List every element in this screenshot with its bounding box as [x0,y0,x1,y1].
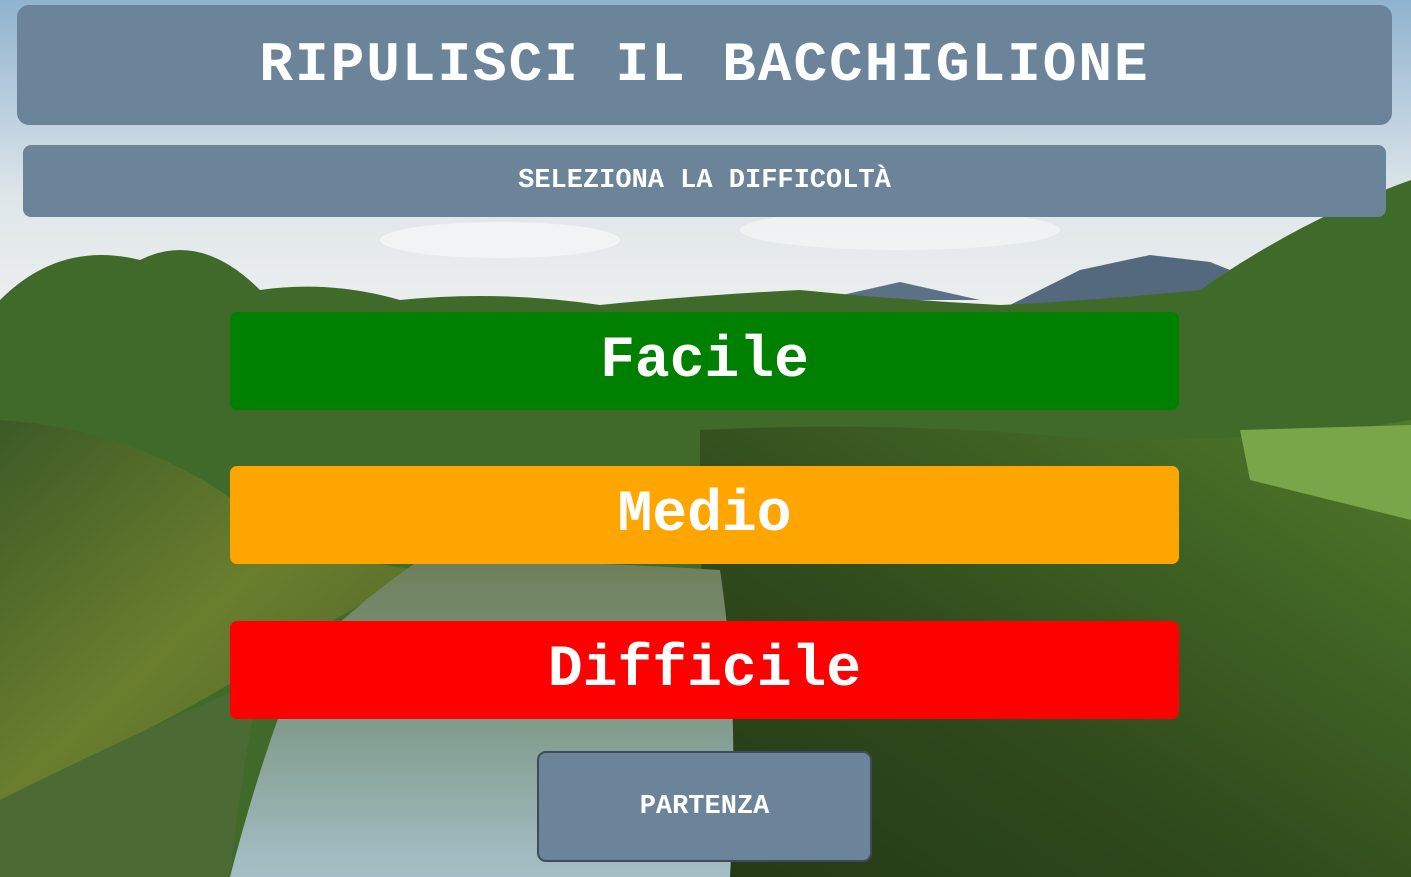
subtitle-panel: SELEZIONA LA DIFFICOLTÀ [23,145,1386,217]
hard-difficulty-label: Difficile [547,637,862,703]
medium-difficulty-button[interactable]: Medio [230,466,1179,564]
background-landscape-image [0,0,1411,877]
game-title: RIPULISCI IL BACCHIGLIONE [259,33,1150,97]
start-button[interactable]: PARTENZA [537,751,872,862]
easy-difficulty-button[interactable]: Facile [230,312,1179,410]
easy-difficulty-label: Facile [600,328,809,394]
hard-difficulty-button[interactable]: Difficile [230,621,1179,719]
medium-difficulty-label: Medio [617,482,792,548]
title-panel: RIPULISCI IL BACCHIGLIONE [17,5,1392,125]
difficulty-prompt: SELEZIONA LA DIFFICOLTÀ [518,166,891,196]
start-button-label: PARTENZA [639,791,770,822]
